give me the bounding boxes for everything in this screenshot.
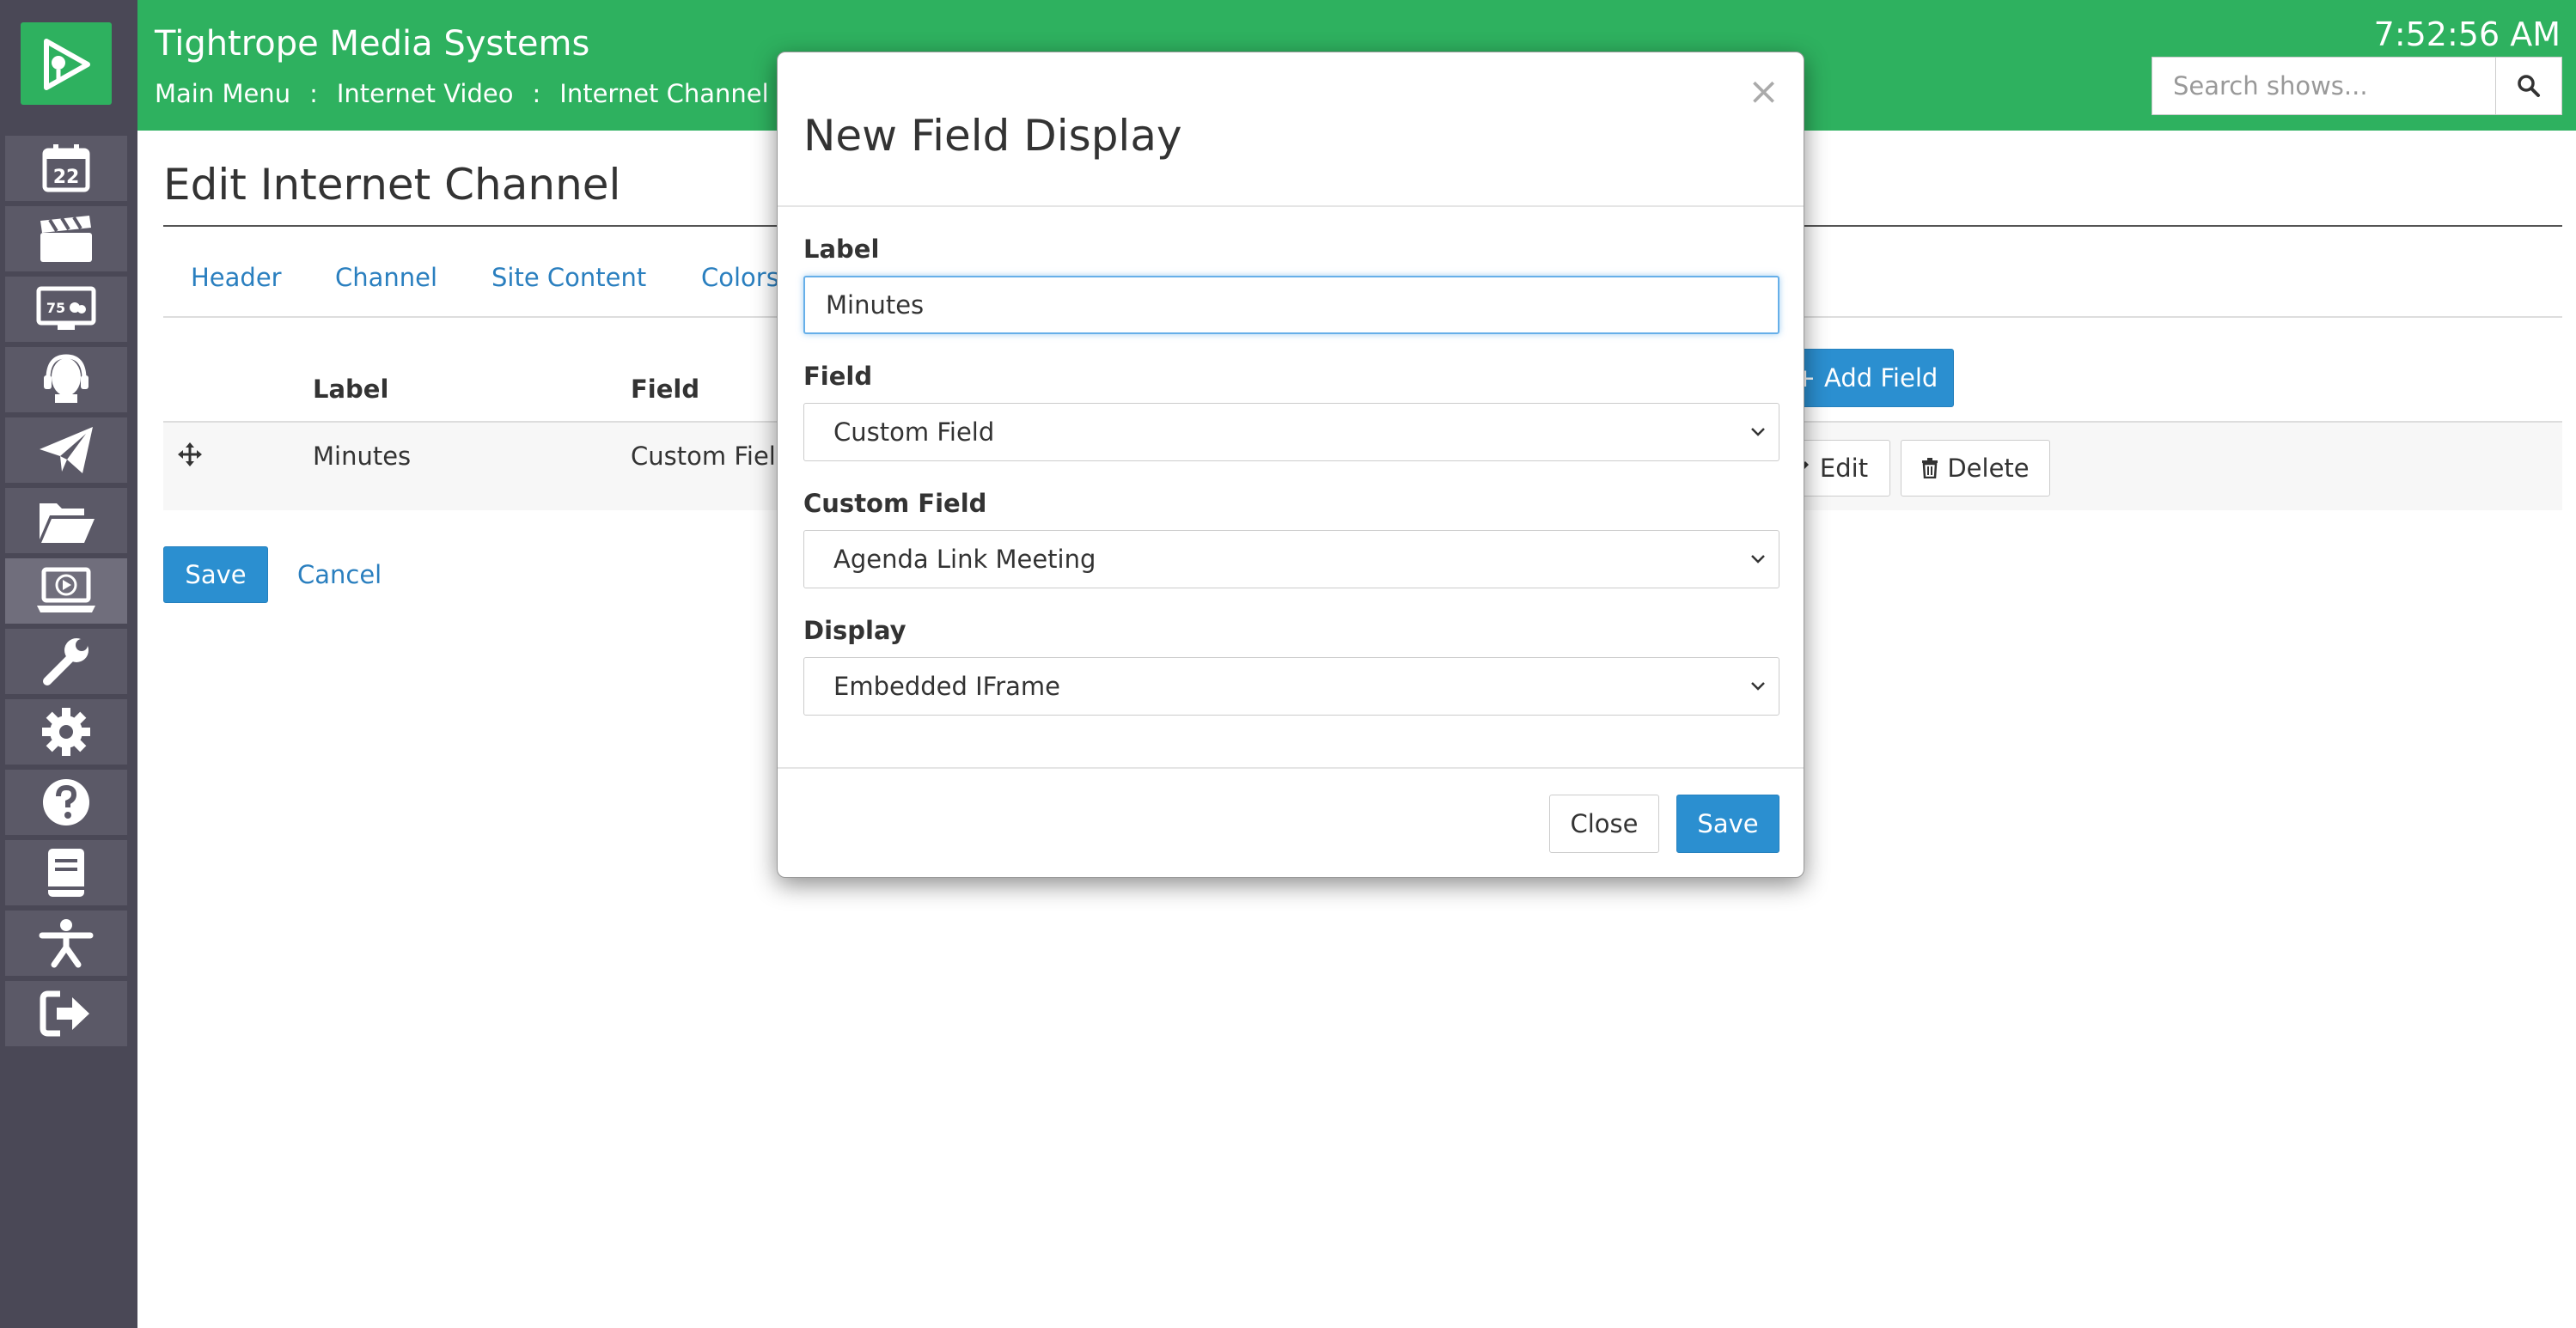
sidebar: 22 75 — [0, 0, 137, 1328]
cancel-link[interactable]: Cancel — [297, 560, 382, 589]
column-header-label: Label — [313, 375, 389, 404]
app-logo[interactable] — [21, 22, 112, 105]
breadcrumb-main-menu[interactable]: Main Menu — [155, 79, 290, 108]
book-icon — [48, 849, 84, 897]
accessibility-icon — [39, 919, 94, 968]
sidebar-item-displays[interactable]: 75 — [5, 277, 127, 342]
display-select[interactable]: Embedded IFrame — [803, 657, 1779, 716]
tab-channel[interactable]: Channel — [335, 263, 437, 292]
delete-label: Delete — [1947, 454, 2030, 483]
sidebar-item-tools[interactable] — [5, 629, 127, 694]
app-title: Tightrope Media Systems — [155, 24, 590, 64]
tab-site-content[interactable]: Site Content — [491, 263, 646, 292]
edit-label: Edit — [1819, 454, 1869, 483]
chevron-down-icon — [1751, 682, 1765, 691]
drag-handle-icon[interactable] — [177, 442, 203, 471]
sidebar-item-docs[interactable] — [5, 840, 127, 905]
svg-text:75: 75 — [46, 300, 65, 316]
delete-button[interactable]: Delete — [1901, 440, 2050, 496]
search-box — [2152, 57, 2562, 115]
sidebar-item-internet-video[interactable] — [5, 558, 127, 624]
search-input[interactable] — [2152, 57, 2495, 115]
breadcrumb-separator: : — [532, 79, 541, 108]
display-weather-icon: 75 — [36, 286, 96, 330]
breadcrumb-separator: : — [309, 79, 318, 108]
sidebar-item-help[interactable] — [5, 770, 127, 835]
label-field-caption: Label — [803, 235, 880, 264]
folder-open-icon — [40, 503, 95, 543]
breadcrumb-internet-video[interactable]: Internet Video — [337, 79, 514, 108]
gear-icon — [42, 708, 90, 756]
label-input[interactable] — [803, 276, 1779, 334]
modal-title: New Field Display — [803, 111, 1182, 161]
svg-text:22: 22 — [53, 167, 80, 188]
field-select-caption: Field — [803, 362, 873, 391]
logo-play-icon — [44, 39, 90, 90]
add-field-button[interactable]: + Add Field — [1779, 349, 1954, 407]
breadcrumb: Main Menu: Internet Video: Internet Channe… — [155, 79, 769, 108]
sidebar-item-support[interactable] — [5, 347, 127, 412]
chevron-down-icon — [1751, 428, 1765, 436]
breadcrumb-internet-channel[interactable]: Internet Channel — [559, 79, 768, 108]
row-label: Minutes — [313, 442, 412, 471]
help-icon — [43, 779, 89, 825]
tab-header[interactable]: Header — [191, 263, 282, 292]
field-select-value: Custom Field — [833, 417, 995, 447]
clapperboard-icon — [40, 216, 92, 262]
modal-close-icon[interactable]: × — [1748, 73, 1779, 111]
modal-close-button[interactable]: Close — [1549, 795, 1659, 853]
custom-field-select[interactable]: Agenda Link Meeting — [803, 530, 1779, 588]
modal-save-button[interactable]: Save — [1676, 795, 1779, 853]
move-arrows-icon — [178, 442, 202, 466]
paper-plane-icon — [40, 427, 93, 473]
add-field-label: Add Field — [1824, 363, 1938, 393]
clock: 7:52:56 AM — [2373, 15, 2561, 53]
custom-field-caption: Custom Field — [803, 489, 987, 518]
sidebar-item-settings[interactable] — [5, 699, 127, 765]
search-button[interactable] — [2495, 57, 2562, 115]
sidebar-item-media[interactable] — [5, 206, 127, 271]
page-title: Edit Internet Channel — [163, 160, 621, 210]
chevron-down-icon — [1751, 555, 1765, 563]
search-icon — [2518, 75, 2540, 97]
new-field-display-modal: × New Field Display Label Field Custom F… — [777, 52, 1804, 878]
logout-icon — [40, 990, 89, 1037]
display-select-value: Embedded IFrame — [833, 672, 1061, 701]
field-select[interactable]: Custom Field — [803, 403, 1779, 461]
modal-footer-divider — [778, 767, 1804, 769]
tab-colors[interactable]: Colors — [701, 263, 779, 292]
trash-icon — [1922, 458, 1938, 478]
sidebar-item-accessibility[interactable] — [5, 911, 127, 976]
headset-icon — [44, 354, 89, 403]
sidebar-item-schedule[interactable]: 22 — [5, 136, 127, 201]
sidebar-item-logout[interactable] — [5, 981, 127, 1046]
sidebar-item-messages[interactable] — [5, 417, 127, 483]
wrench-icon — [43, 638, 89, 685]
sidebar-item-files[interactable] — [5, 488, 127, 553]
calendar-icon: 22 — [42, 144, 90, 192]
laptop-play-icon — [37, 567, 95, 612]
display-caption: Display — [803, 616, 906, 645]
custom-field-select-value: Agenda Link Meeting — [833, 545, 1096, 574]
column-header-field: Field — [631, 375, 700, 404]
row-field: Custom Field — [631, 442, 792, 471]
save-button[interactable]: Save — [163, 546, 268, 603]
modal-header-divider — [778, 205, 1804, 207]
